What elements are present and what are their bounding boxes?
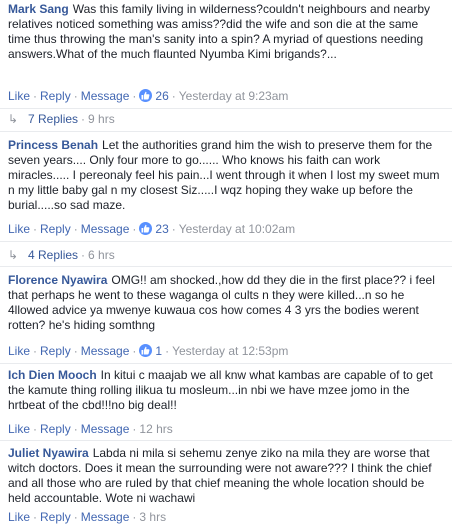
comment-timestamp[interactable]: Yesterday at 9:23am: [179, 89, 289, 103]
message-link[interactable]: Message: [81, 422, 130, 436]
separator-dot: ·: [73, 222, 78, 236]
message-link[interactable]: Message: [81, 89, 130, 103]
comment-body: Princess Benah Let the authorities grand …: [0, 138, 452, 213]
comment-timestamp[interactable]: 3 hrs: [139, 510, 166, 524]
like-link[interactable]: Like: [8, 344, 30, 358]
comment-timestamp[interactable]: Yesterday at 12:53pm: [172, 344, 288, 358]
comment-item: Florence Nyawira OMG!! am shocked.,how dd…: [0, 273, 452, 333]
separator-dot: ·: [132, 89, 137, 103]
reply-arrow-icon: ↳: [8, 248, 19, 262]
like-count[interactable]: 26: [155, 89, 168, 103]
reply-link[interactable]: Reply: [40, 344, 71, 358]
comment-author[interactable]: Princess Benah: [8, 138, 98, 152]
comment-actions: Like · Reply · Message · 1 · Yesterday at 12:53p…: [8, 343, 444, 359]
thumbs-up-icon[interactable]: [139, 89, 153, 102]
replies-count-link[interactable]: 4 Replies: [28, 248, 78, 262]
divider: [0, 241, 452, 242]
separator-dot: ·: [81, 248, 86, 262]
comment-actions: Like · Reply · Message · 12 hrs: [8, 421, 444, 437]
separator-dot: ·: [171, 222, 176, 236]
comment-actions: Like · Reply · Message · 23 · Yesterday at 10:02…: [8, 221, 444, 237]
separator-dot: ·: [132, 344, 137, 358]
comment-author[interactable]: Florence Nyawira: [8, 273, 107, 287]
separator-dot: ·: [132, 510, 137, 524]
divider: [0, 363, 452, 364]
message-link[interactable]: Message: [81, 344, 130, 358]
comment-item: Juliet Nyawira Labda ni mila si sehemu ze…: [0, 446, 452, 506]
separator-dot: ·: [33, 89, 38, 103]
comment-author[interactable]: Juliet Nyawira: [8, 446, 89, 460]
divider: [0, 440, 452, 441]
separator-dot: ·: [73, 89, 78, 103]
comment-actions: Like · Reply · Message · 26 · Yesterday at 9:23a…: [8, 88, 444, 104]
comment-item: Mark Sang Was this family living in wilde…: [0, 2, 452, 62]
divider: [0, 108, 452, 109]
reply-link[interactable]: Reply: [40, 510, 71, 524]
comment-author[interactable]: Mark Sang: [8, 2, 69, 16]
comment-timestamp[interactable]: 12 hrs: [139, 422, 172, 436]
comment-timestamp[interactable]: Yesterday at 10:02am: [179, 222, 295, 236]
comment-text: Was this family living in wilderness?cou…: [8, 2, 431, 61]
replies-time: 6 hrs: [88, 248, 115, 262]
comment-item: Ich Dien Mooch In kitui c maajab we all k…: [0, 368, 452, 413]
separator-dot: ·: [33, 422, 38, 436]
comment-body: Ich Dien Mooch In kitui c maajab we all k…: [0, 368, 452, 413]
separator-dot: ·: [33, 510, 38, 524]
view-replies[interactable]: ↳ 4 Replies · 6 hrs: [8, 247, 115, 263]
view-replies[interactable]: ↳ 7 Replies · 9 hrs: [8, 111, 115, 127]
reply-link[interactable]: Reply: [40, 222, 71, 236]
separator-dot: ·: [165, 344, 170, 358]
comment-feed: Mark Sang Was this family living in wilde…: [0, 0, 452, 528]
reply-link[interactable]: Reply: [40, 422, 71, 436]
separator-dot: ·: [81, 112, 86, 126]
comment-actions: Like · Reply · Message · 3 hrs: [8, 509, 444, 525]
reply-link[interactable]: Reply: [40, 89, 71, 103]
separator-dot: ·: [73, 422, 78, 436]
divider: [0, 131, 452, 132]
comment-body: Juliet Nyawira Labda ni mila si sehemu ze…: [0, 446, 452, 506]
thumbs-up-icon[interactable]: [139, 344, 153, 357]
like-link[interactable]: Like: [8, 510, 30, 524]
separator-dot: ·: [33, 344, 38, 358]
like-link[interactable]: Like: [8, 222, 30, 236]
separator-dot: ·: [171, 89, 176, 103]
separator-dot: ·: [73, 510, 78, 524]
comment-body: Mark Sang Was this family living in wilde…: [0, 2, 452, 62]
separator-dot: ·: [33, 222, 38, 236]
replies-count-link[interactable]: 7 Replies: [28, 112, 78, 126]
comment-author[interactable]: Ich Dien Mooch: [8, 368, 97, 382]
comment-item: Princess Benah Let the authorities grand …: [0, 138, 452, 213]
comment-body: Florence Nyawira OMG!! am shocked.,how dd…: [0, 273, 452, 333]
replies-time: 9 hrs: [88, 112, 115, 126]
separator-dot: ·: [132, 422, 137, 436]
message-link[interactable]: Message: [81, 222, 130, 236]
like-count[interactable]: 23: [155, 222, 168, 236]
separator-dot: ·: [132, 222, 137, 236]
like-link[interactable]: Like: [8, 422, 30, 436]
reply-arrow-icon: ↳: [8, 112, 19, 126]
like-link[interactable]: Like: [8, 89, 30, 103]
thumbs-up-icon[interactable]: [139, 222, 153, 235]
separator-dot: ·: [73, 344, 78, 358]
divider: [0, 266, 452, 267]
message-link[interactable]: Message: [81, 510, 130, 524]
